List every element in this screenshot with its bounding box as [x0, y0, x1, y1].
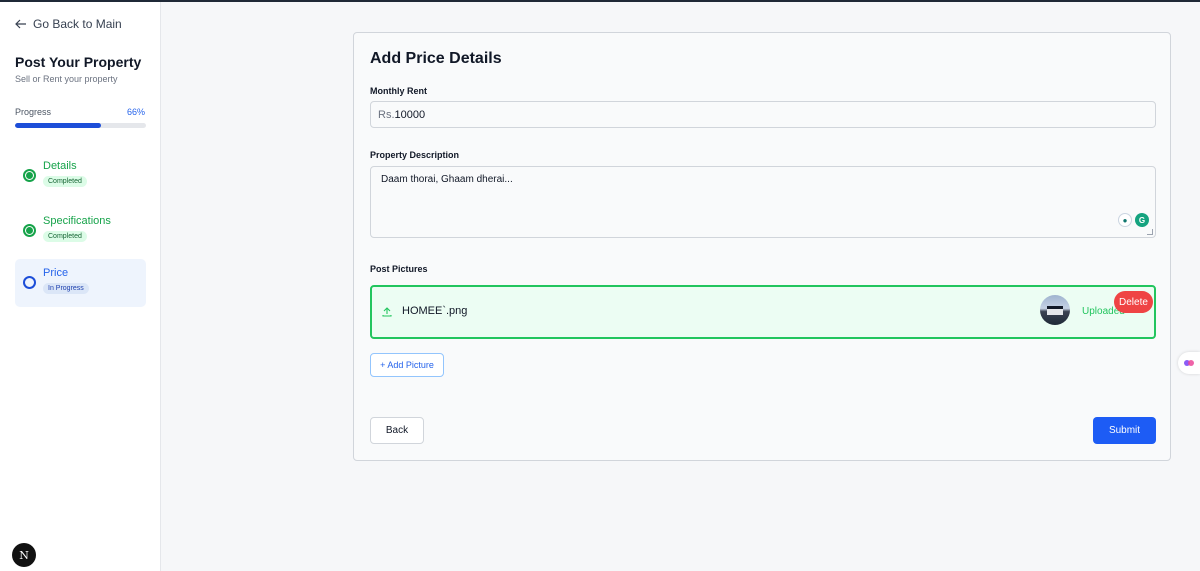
monthly-rent-input[interactable]: Rs. 10000 — [370, 101, 1156, 128]
step-pending-icon — [23, 276, 36, 289]
step-specifications[interactable]: Specifications Completed — [15, 207, 146, 255]
delete-button[interactable]: Delete — [1114, 291, 1153, 313]
progress-fill — [15, 123, 102, 128]
submit-button[interactable]: Submit — [1093, 417, 1156, 444]
description-value: Daam thorai, Ghaam dherai... — [381, 174, 513, 185]
step-name: Specifications — [43, 215, 111, 227]
step-details[interactable]: Details Completed — [15, 152, 146, 200]
pictures-label: Post Pictures — [370, 264, 428, 274]
extension-button[interactable] — [1178, 352, 1200, 374]
price-details-card: Add Price Details Monthly Rent Rs. 10000… — [353, 32, 1171, 461]
step-complete-icon — [23, 169, 36, 182]
step-price[interactable]: Price In Progress — [15, 259, 146, 307]
progress-bar — [15, 123, 146, 128]
step-complete-icon — [23, 224, 36, 237]
extension-icon — [1184, 360, 1194, 366]
location-pin-icon[interactable]: ● — [1118, 213, 1132, 227]
arrow-left-icon — [15, 19, 26, 29]
step-status-badge: Completed — [43, 231, 87, 242]
resize-handle[interactable] — [1147, 229, 1153, 235]
description-label: Property Description — [370, 150, 460, 160]
sidebar-title: Post Your Property — [15, 54, 142, 70]
step-status-badge: In Progress — [43, 283, 89, 294]
progress-label: Progress — [15, 107, 52, 117]
rent-label: Monthly Rent — [370, 86, 427, 96]
rent-value: 10000 — [394, 108, 426, 121]
currency-prefix: Rs. — [378, 108, 395, 121]
step-status-badge: Completed — [43, 176, 87, 187]
go-back-link[interactable]: Go Back to Main — [15, 17, 122, 31]
progress-value: 66% — [126, 107, 145, 117]
dev-indicator-letter: N — [19, 548, 29, 562]
step-name: Details — [43, 160, 77, 172]
sidebar-subtitle: Sell or Rent your property — [15, 74, 118, 84]
dev-indicator-button[interactable]: N — [12, 543, 36, 567]
description-textarea[interactable]: Daam thorai, Ghaam dherai... ● G — [370, 166, 1156, 238]
sidebar: Go Back to Main Post Your Property Sell … — [0, 2, 161, 571]
upload-icon — [382, 307, 392, 317]
image-thumbnail — [1040, 295, 1070, 325]
go-back-label: Go Back to Main — [33, 17, 122, 31]
step-name: Price — [43, 267, 69, 279]
grammarly-icon[interactable]: G — [1135, 213, 1149, 227]
uploaded-file-row: HOMEE`.png Uploaded Delete — [370, 285, 1156, 339]
form-title: Add Price Details — [370, 50, 502, 67]
file-name: HOMEE`.png — [402, 305, 468, 317]
back-button[interactable]: Back — [370, 417, 424, 444]
top-bar — [0, 0, 1200, 2]
add-picture-button[interactable]: + Add Picture — [370, 353, 444, 377]
